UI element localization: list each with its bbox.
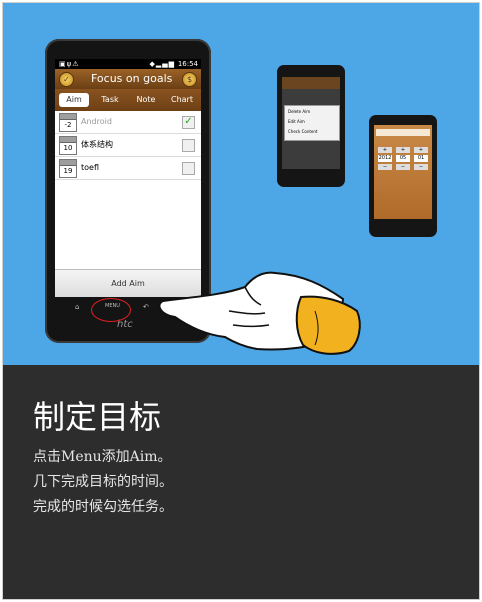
caption-line-2: 几下完成目标的时间。 [33, 474, 173, 490]
day-value[interactable]: 01 [414, 155, 428, 162]
money-icon[interactable]: $ [182, 72, 197, 87]
app-title: Focus on goals [91, 72, 173, 85]
menu-item-delete[interactable]: Delete Aim [288, 108, 310, 116]
main-screen: ▣ψ⚠ ◆▂▄▆ 16:54 ✓ Focus on goals $ Aim Ta… [55, 59, 201, 297]
day-count: 19 [63, 167, 73, 175]
tab-chart[interactable]: Chart [167, 93, 197, 107]
status-bar: ▣ψ⚠ ◆▂▄▆ 16:54 [55, 59, 201, 69]
calendar-icon: -2 [59, 113, 77, 132]
list-item[interactable]: 19 toefl [55, 157, 201, 180]
pointing-hand-icon [158, 271, 361, 355]
back-key-icon[interactable]: ↶ [143, 303, 149, 311]
preview-input[interactable] [376, 129, 430, 136]
day-count: -2 [64, 121, 72, 129]
preview-titlebar [282, 77, 340, 89]
caption-title: 制定目标 [33, 398, 162, 436]
year-value[interactable]: 2012 [378, 155, 392, 162]
list-item[interactable]: 10 体系结构 [55, 134, 201, 157]
promo-card: ⌂ MENU ↶ htc ▣ψ⚠ ◆▂▄▆ 16:54 ✓ Focus on g… [2, 2, 480, 600]
day-count: 10 [63, 144, 73, 152]
tab-task[interactable]: Task [95, 93, 125, 107]
tab-bar: Aim Task Note Chart [55, 89, 201, 111]
caption-line-1: 点击Menu添加Aim。 [33, 449, 172, 465]
aim-label: Android [81, 117, 112, 126]
checkbox[interactable] [182, 139, 195, 152]
context-menu: Delete Aim Edit Aim Check Content [284, 105, 340, 141]
checkbox[interactable] [182, 162, 195, 175]
date-picker: + + + 2012 05 01 − − − [376, 147, 430, 177]
home-key-icon[interactable]: ⌂ [75, 303, 79, 311]
list-item[interactable]: -2 Android ✓ [55, 111, 201, 134]
calendar-icon: 19 [59, 159, 77, 178]
month-minus-button[interactable]: − [396, 164, 410, 170]
month-plus-button[interactable]: + [396, 147, 410, 153]
menu-item-edit[interactable]: Edit Aim [288, 118, 305, 126]
day-minus-button[interactable]: − [414, 164, 428, 170]
year-minus-button[interactable]: − [378, 164, 392, 170]
app-logo-icon: ✓ [59, 72, 74, 87]
signal-icon: ◆▂▄▆ [149, 60, 175, 68]
tab-note[interactable]: Note [131, 93, 161, 107]
tab-aim[interactable]: Aim [59, 93, 89, 107]
preview-screen-menu: Delete Aim Edit Aim Check Content [282, 77, 340, 169]
status-icons: ▣ψ⚠ [59, 60, 80, 68]
menu-highlight-circle [91, 298, 131, 322]
preview-screen-date: + + + 2012 05 01 − − − [374, 125, 432, 219]
day-plus-button[interactable]: + [414, 147, 428, 153]
year-plus-button[interactable]: + [378, 147, 392, 153]
caption-line-3: 完成的时候勾选任务。 [33, 499, 173, 515]
calendar-icon: 10 [59, 136, 77, 155]
aim-label: 体系结构 [81, 140, 113, 149]
month-value[interactable]: 05 [396, 155, 410, 162]
aim-label: toefl [81, 163, 99, 172]
checkbox-checked[interactable]: ✓ [182, 116, 195, 129]
app-titlebar: ✓ Focus on goals $ [55, 69, 201, 89]
status-time: 16:54 [177, 60, 198, 68]
menu-item-check[interactable]: Check Content [288, 128, 317, 136]
